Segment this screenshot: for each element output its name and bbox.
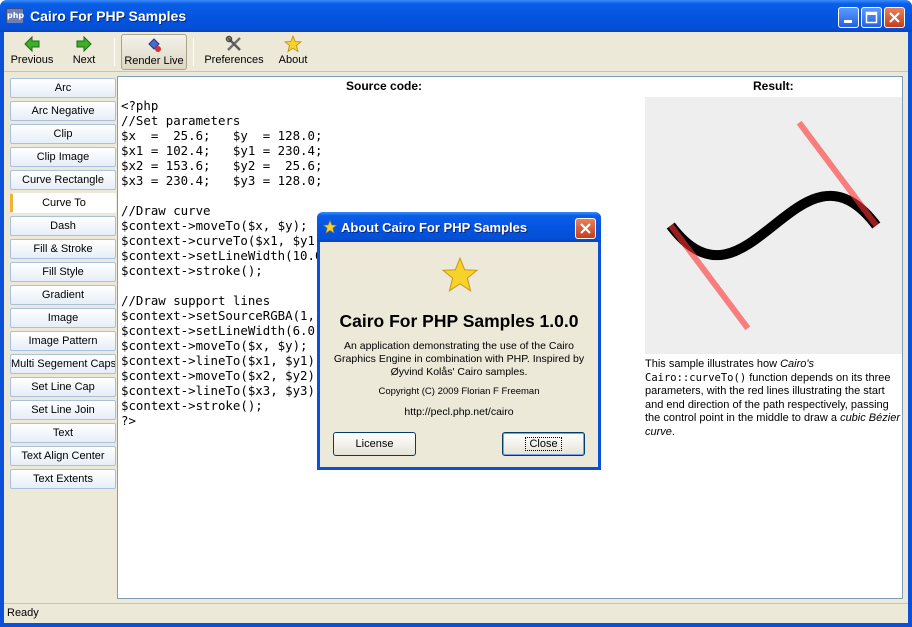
sidebar-item[interactable]: Arc Negative	[10, 101, 116, 121]
bezier-curve	[666, 190, 881, 261]
php-app-icon: php	[6, 8, 24, 24]
toolbar-separator	[114, 38, 115, 66]
sidebar-item[interactable]: Text Align Center	[10, 446, 116, 466]
sidebar-item[interactable]: Arc	[10, 78, 116, 98]
sidebar-item[interactable]: Set Line Cap	[10, 377, 116, 397]
next-button[interactable]: Next	[64, 34, 104, 70]
result-image	[645, 97, 902, 354]
next-label: Next	[72, 54, 96, 66]
license-label: License	[355, 438, 394, 450]
toolbar-separator	[193, 38, 194, 66]
support-line-start	[668, 223, 751, 331]
sidebar-item[interactable]: Curve To	[10, 193, 116, 213]
status-text: Ready	[7, 607, 39, 619]
sidebar-item[interactable]: Curve Rectangle	[10, 170, 116, 190]
sample-description: This sample illustrates how Cairo's Cairo…	[645, 358, 900, 439]
sidebar-item[interactable]: Text	[10, 423, 116, 443]
star-icon	[322, 219, 338, 234]
minimize-button[interactable]	[838, 7, 859, 28]
toolbar: Previous Next Render Live Preferences Ab…	[4, 32, 908, 72]
sidebar-item[interactable]: Fill Style	[10, 262, 116, 282]
maximize-button[interactable]	[861, 7, 882, 28]
window-title: Cairo For PHP Samples	[30, 8, 187, 24]
sidebar-item[interactable]: Clip	[10, 124, 116, 144]
dialog-ok-close-button[interactable]: Close	[502, 432, 585, 456]
dialog-url: http://pecl.php.net/cairo	[404, 406, 514, 418]
source-code-header: Source code:	[346, 79, 423, 93]
dialog-body: Cairo For PHP Samples 1.0.0 An applicati…	[320, 242, 598, 467]
star-icon	[283, 34, 303, 53]
sidebar-item[interactable]: Multi Segement Caps	[10, 354, 116, 374]
render-live-label: Render Live	[124, 55, 184, 67]
description-code: Cairo::curveTo()	[645, 371, 747, 384]
render-live-icon	[145, 36, 163, 54]
sample-list: Arc Arc Negative Clip Clip Image Curve Recta…	[10, 78, 118, 492]
sidebar-item[interactable]: Image	[10, 308, 116, 328]
preferences-button[interactable]: Preferences	[202, 34, 266, 70]
dialog-close-button[interactable]	[575, 218, 596, 239]
close-button[interactable]	[884, 7, 905, 28]
close-icon	[885, 8, 904, 33]
arrow-left-icon	[23, 35, 41, 53]
previous-label: Previous	[10, 54, 54, 66]
about-label: About	[278, 54, 308, 66]
dialog-copyright: Copyright (C) 2009 Florian F Freeman	[378, 386, 540, 397]
description-text: .	[671, 425, 675, 438]
dialog-description: An application demonstrating the use of …	[333, 340, 585, 378]
support-line-end	[796, 120, 879, 228]
preferences-label: Preferences	[204, 54, 264, 66]
license-button[interactable]: License	[333, 432, 416, 456]
previous-button[interactable]: Previous	[9, 34, 55, 70]
result-header: Result:	[753, 79, 794, 93]
star-icon	[441, 256, 479, 294]
tools-icon	[225, 35, 243, 53]
description-emphasis: Cairo's	[780, 358, 814, 370]
sidebar-item[interactable]: Dash	[10, 216, 116, 236]
status-bar: Ready	[4, 603, 908, 623]
sidebar-item[interactable]: Fill & Stroke	[10, 239, 116, 259]
curve-render	[666, 120, 881, 331]
arrow-right-icon	[75, 35, 93, 53]
title-bar[interactable]: php Cairo For PHP Samples	[0, 0, 912, 32]
about-button[interactable]: About	[274, 34, 312, 70]
sidebar-item[interactable]: Gradient	[10, 285, 116, 305]
maximize-icon	[862, 8, 881, 33]
sidebar-item[interactable]: Text Extents	[10, 469, 116, 489]
sidebar-item[interactable]: Set Line Join	[10, 400, 116, 420]
dialog-title-bar[interactable]: About Cairo For PHP Samples	[317, 212, 601, 242]
sidebar-item[interactable]: Image Pattern	[10, 331, 116, 351]
sidebar-item[interactable]: Clip Image	[10, 147, 116, 167]
dialog-title: About Cairo For PHP Samples	[341, 220, 528, 235]
about-dialog: About Cairo For PHP Samples Cairo For PH…	[317, 212, 601, 470]
minimize-icon	[839, 8, 858, 33]
description-text: This sample illustrates how	[645, 358, 781, 370]
close-icon	[576, 223, 595, 242]
dialog-app-name: Cairo For PHP Samples 1.0.0	[339, 311, 579, 331]
render-live-button[interactable]: Render Live	[121, 34, 187, 70]
close-label: Close	[525, 437, 562, 451]
